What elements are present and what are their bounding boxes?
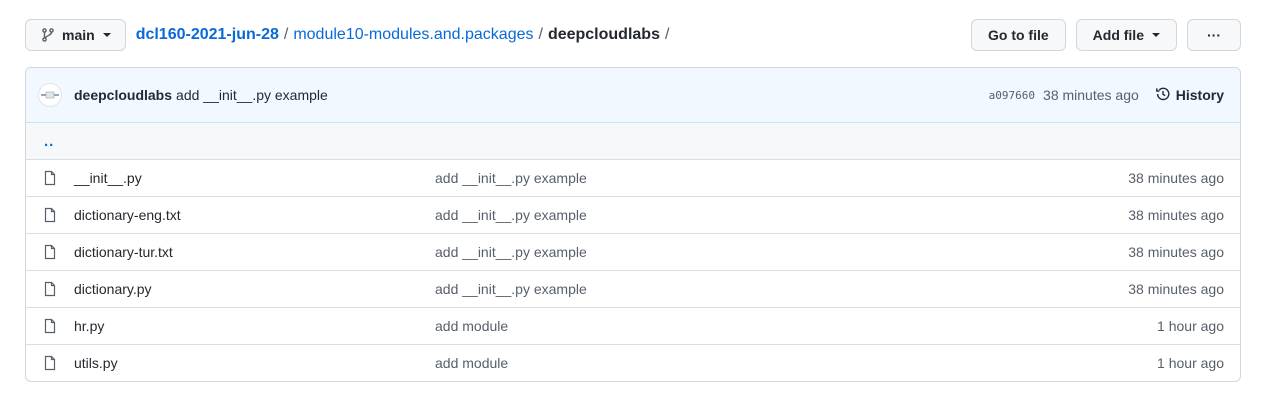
file-icon bbox=[42, 244, 58, 260]
file-commit-time: 1 hour ago bbox=[1157, 318, 1224, 334]
file-row[interactable]: dictionary-eng.txt add __init__.py examp… bbox=[26, 196, 1240, 233]
file-commit-message-link[interactable]: add __init__.py example bbox=[435, 170, 1128, 186]
breadcrumb: dcl160-2021-jun-28 / module10-modules.an… bbox=[136, 26, 675, 44]
latest-commit-bar: deepcloudlabs add __init__.py example a0… bbox=[26, 68, 1240, 123]
kebab-horizontal-icon: ··· bbox=[1207, 27, 1221, 43]
file-icon bbox=[42, 318, 58, 334]
file-row[interactable]: utils.py add module 1 hour ago bbox=[26, 344, 1240, 381]
breadcrumb-folder-link[interactable]: module10-modules.and.packages bbox=[293, 26, 533, 44]
file-commit-message-link[interactable]: add module bbox=[435, 355, 1157, 371]
parent-directory-link[interactable]: .. bbox=[44, 133, 54, 150]
file-name-link[interactable]: dictionary-tur.txt bbox=[74, 244, 435, 260]
file-row[interactable]: dictionary.py add __init__.py example 38… bbox=[26, 270, 1240, 307]
add-file-button[interactable]: Add file bbox=[1075, 19, 1177, 51]
file-name-link[interactable]: __init__.py bbox=[74, 170, 435, 186]
file-name-link[interactable]: utils.py bbox=[74, 355, 435, 371]
breadcrumb-separator: / bbox=[283, 26, 289, 43]
repo-topbar: main dcl160-2021-jun-28 / module10-modul… bbox=[25, 19, 1241, 51]
commit-message-link[interactable]: add __init__.py example bbox=[176, 87, 328, 103]
branch-name: main bbox=[62, 27, 95, 43]
file-commit-time: 38 minutes ago bbox=[1128, 170, 1224, 186]
file-icon bbox=[42, 170, 58, 186]
history-link[interactable]: History bbox=[1155, 86, 1224, 105]
branch-selector-button[interactable]: main bbox=[25, 19, 126, 51]
history-icon bbox=[1155, 86, 1171, 105]
file-commit-message-link[interactable]: add module bbox=[435, 318, 1157, 334]
avatar[interactable] bbox=[38, 83, 62, 107]
commit-time: 38 minutes ago bbox=[1043, 87, 1139, 103]
go-to-file-button[interactable]: Go to file bbox=[970, 19, 1066, 51]
parent-directory-row[interactable]: .. bbox=[26, 123, 1240, 159]
breadcrumb-separator: / bbox=[538, 26, 543, 43]
commit-meta: a097660 38 minutes ago History bbox=[989, 86, 1224, 105]
history-label: History bbox=[1175, 87, 1224, 103]
commit-author-link[interactable]: deepcloudlabs bbox=[74, 87, 172, 103]
file-commit-time: 1 hour ago bbox=[1157, 355, 1224, 371]
file-icon bbox=[42, 207, 58, 223]
file-row[interactable]: __init__.py add __init__.py example 38 m… bbox=[26, 159, 1240, 196]
repo-actions: Go to file Add file ··· bbox=[970, 19, 1241, 51]
file-row[interactable]: hr.py add module 1 hour ago bbox=[26, 307, 1240, 344]
caret-down-icon bbox=[1152, 33, 1160, 37]
file-commit-message-link[interactable]: add __init__.py example bbox=[435, 281, 1128, 297]
commit-sha-link[interactable]: a097660 bbox=[989, 89, 1035, 102]
file-name-link[interactable]: dictionary.py bbox=[74, 281, 435, 297]
breadcrumb-current: deepcloudlabs bbox=[547, 26, 660, 43]
more-options-button[interactable]: ··· bbox=[1187, 19, 1241, 51]
breadcrumb-repo-link[interactable]: dcl160-2021-jun-28 bbox=[136, 26, 279, 44]
file-icon bbox=[42, 355, 58, 371]
file-commit-time: 38 minutes ago bbox=[1128, 244, 1224, 260]
file-commit-message-link[interactable]: add __init__.py example bbox=[435, 207, 1128, 223]
breadcrumb-separator: / bbox=[664, 26, 670, 43]
file-row[interactable]: dictionary-tur.txt add __init__.py examp… bbox=[26, 233, 1240, 270]
git-branch-icon bbox=[40, 27, 56, 43]
file-list: __init__.py add __init__.py example 38 m… bbox=[26, 159, 1240, 381]
file-browser: deepcloudlabs add __init__.py example a0… bbox=[25, 67, 1241, 382]
file-name-link[interactable]: dictionary-eng.txt bbox=[74, 207, 435, 223]
file-commit-time: 38 minutes ago bbox=[1128, 281, 1224, 297]
add-file-label: Add file bbox=[1092, 27, 1144, 43]
file-commit-message-link[interactable]: add __init__.py example bbox=[435, 244, 1128, 260]
file-commit-time: 38 minutes ago bbox=[1128, 207, 1224, 223]
file-icon bbox=[42, 281, 58, 297]
caret-down-icon bbox=[102, 33, 111, 37]
file-name-link[interactable]: hr.py bbox=[74, 318, 435, 334]
